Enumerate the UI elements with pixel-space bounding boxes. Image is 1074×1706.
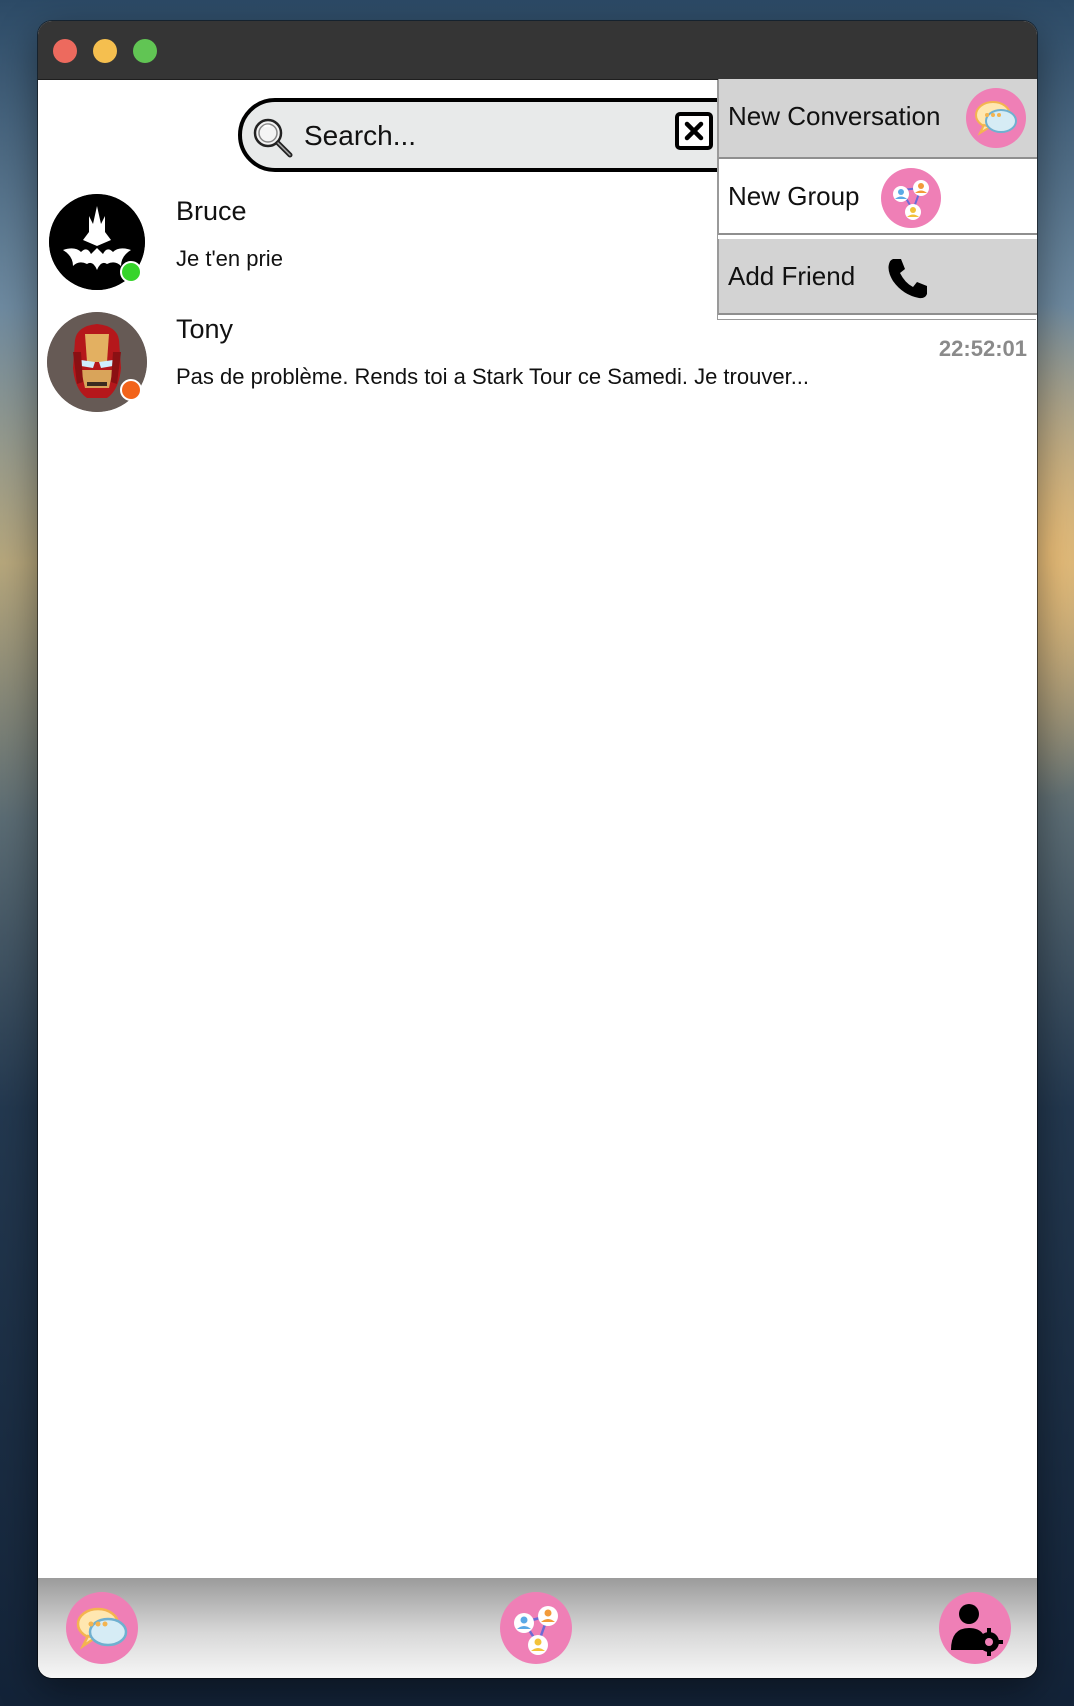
menu-item-new-group[interactable]: New Group bbox=[718, 159, 1037, 235]
user-settings-icon[interactable] bbox=[939, 1592, 1011, 1664]
chat-bubbles-icon[interactable] bbox=[66, 1592, 138, 1664]
phone-icon bbox=[888, 259, 927, 299]
minimize-window-button[interactable] bbox=[93, 39, 117, 63]
contact-name: Bruce bbox=[176, 196, 247, 226]
new-item-menu: New Conversation New Group Add Friend bbox=[718, 79, 1037, 319]
title-bar bbox=[38, 21, 1037, 80]
away-status-dot bbox=[120, 379, 142, 401]
close-box-icon bbox=[684, 121, 704, 141]
message-time: 22:52:01 bbox=[938, 336, 1027, 361]
menu-item-add-friend[interactable]: Add Friend bbox=[718, 239, 1037, 315]
group-network-icon bbox=[881, 168, 941, 228]
menu-item-label: Add Friend bbox=[728, 261, 856, 291]
search-input[interactable] bbox=[302, 112, 666, 160]
close-window-button[interactable] bbox=[53, 39, 77, 63]
group-network-icon[interactable] bbox=[500, 1592, 572, 1664]
menu-item-new-conversation[interactable]: New Conversation bbox=[718, 79, 1037, 159]
online-status-dot bbox=[120, 261, 142, 283]
last-message: Je t'en prie bbox=[176, 246, 283, 271]
contact-name: Tony bbox=[176, 314, 234, 344]
chat-bubbles-icon bbox=[966, 88, 1026, 148]
app-window: Bruce Je t'en prie Tony Pas de problème.… bbox=[38, 21, 1037, 1678]
menu-item-label: New Conversation bbox=[728, 101, 941, 131]
clear-search-button[interactable] bbox=[675, 112, 713, 150]
magnifier-icon bbox=[253, 118, 293, 158]
bottom-navigation-bar bbox=[38, 1578, 1037, 1678]
conversation-item[interactable]: Tony Pas de problème. Rends toi a Stark … bbox=[38, 304, 1037, 414]
menu-item-label: New Group bbox=[728, 181, 860, 211]
maximize-window-button[interactable] bbox=[133, 39, 157, 63]
last-message: Pas de problème. Rends toi a Stark Tour … bbox=[176, 364, 810, 389]
